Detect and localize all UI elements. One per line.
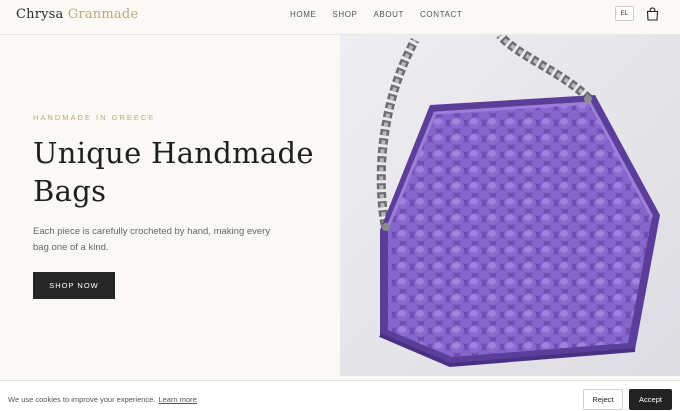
hero-title-line1: Unique Handmade: [33, 136, 314, 170]
accept-cookies-button[interactable]: Accept: [629, 389, 672, 410]
main-nav: HOME SHOP ABOUT CONTACT: [290, 10, 478, 19]
nav-shop[interactable]: SHOP: [332, 10, 357, 19]
logo-text-accent: Granmade: [67, 7, 139, 22]
shop-now-button[interactable]: SHOP NOW: [33, 272, 115, 299]
hero-eyebrow: HANDMADE IN GREECE: [33, 113, 156, 122]
nav-home[interactable]: HOME: [290, 10, 316, 19]
hero-title: Unique Handmade Bags: [33, 134, 333, 210]
nav-about[interactable]: ABOUT: [373, 10, 404, 19]
hero-product-image: [340, 35, 680, 376]
hero-title-line2: Bags: [33, 174, 107, 208]
cookie-text: We use cookies to improve your experienc…: [8, 395, 156, 404]
logo[interactable]: Chrysa Granmade: [16, 7, 138, 22]
shopping-bag-icon[interactable]: [646, 7, 659, 21]
reject-cookies-button[interactable]: Reject: [583, 389, 623, 410]
site-header: Chrysa Granmade HOME SHOP ABOUT CONTACT …: [0, 0, 680, 35]
cookie-banner: We use cookies to improve your experienc…: [0, 380, 680, 411]
language-switcher[interactable]: EL: [615, 6, 634, 21]
hero-description: Each piece is carefully crocheted by han…: [33, 226, 271, 253]
logo-text-primary: Chrysa: [16, 7, 64, 22]
cookie-message: We use cookies to improve your experienc…: [8, 395, 197, 404]
learn-more-link[interactable]: Learn more: [158, 395, 196, 404]
nav-contact[interactable]: CONTACT: [420, 10, 462, 19]
